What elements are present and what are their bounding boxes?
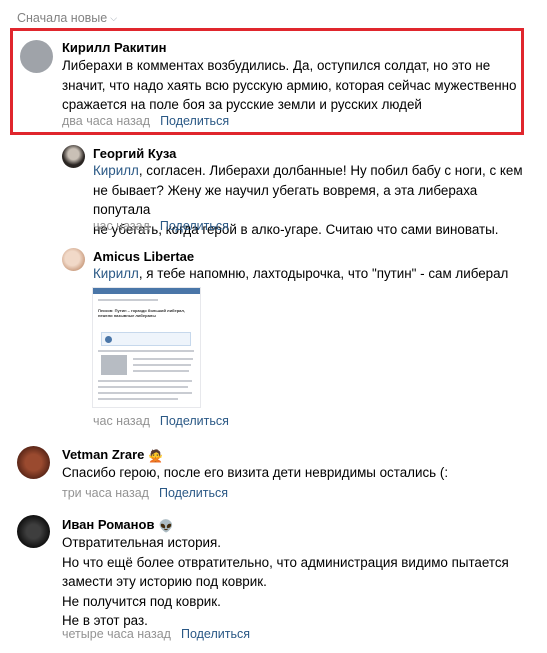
sort-label: Сначала новые [17,11,108,25]
comment-line: Кирилл, я тебе напомню, лахтодырочка, чт… [93,264,533,284]
thumb-line [98,350,194,352]
comment-text: Спасибо герою, после его визита дети нев… [62,463,532,483]
comment-line: Не получится под коврик. [62,593,221,609]
thumb-line [98,386,188,388]
mention-link[interactable]: Кирилл [93,163,139,178]
person-gesture-icon: 🙅 [148,448,164,463]
thumb-line [98,380,192,382]
comment-author[interactable]: Кирилл Ракитин [62,40,166,55]
thumb-line [133,370,189,372]
comment-time[interactable]: час назад [93,219,150,233]
alien-icon: 👽 [158,518,174,533]
comment-time[interactable]: три часа назад [62,486,149,500]
thumb-line [98,398,178,400]
comment-time[interactable]: час назад [93,414,150,428]
comment-time[interactable]: два часа назад [62,114,150,128]
avatar[interactable] [20,40,53,73]
comment-meta: час назад Поделиться [93,414,229,428]
mention-link[interactable]: Кирилл [93,266,139,281]
avatar[interactable] [17,515,50,548]
attachment-image[interactable]: Песков: Путин – гораздо больший либерал,… [92,287,201,408]
share-link[interactable]: Поделиться [160,114,229,128]
avatar[interactable] [62,145,85,168]
comment-meta: четыре часа назад Поделиться [62,627,250,641]
comment-text: Либерахи в комментах возбудились. Да, ос… [62,56,522,115]
share-link[interactable]: Поделиться [160,414,229,428]
thumb-line [133,358,193,360]
comment-author[interactable]: Георгий Куза [93,146,176,161]
comment-meta: два часа назад Поделиться [62,114,229,128]
chevron-down-icon: ⌵ [110,13,118,23]
share-link[interactable]: Поделиться [181,627,250,641]
share-link[interactable]: Поделиться [159,486,228,500]
comment-line: не бывает? Жену же научил убегать воврем… [93,182,478,218]
comment-line-text: , я тебе напомню, лахтодырочка, что "пут… [138,266,509,281]
avatar[interactable] [62,248,85,271]
comment-text: Отвратительная история. Но что ещё более… [62,533,532,631]
thumb-photo [101,355,127,375]
sort-dropdown[interactable]: Сначала новые ⌵ [17,11,117,25]
thumb-box [101,332,191,346]
comment-line-text: , согласен. Либерахи долбанные! Ну побил… [138,163,523,178]
author-name: Иван Романов [62,517,155,532]
author-name: Vetman Zrare [62,447,145,462]
comment-author[interactable]: Amicus Libertae [93,249,194,264]
comment-text: Кирилл, я тебе напомню, лахтодырочка, чт… [93,264,533,284]
share-link[interactable]: Поделиться [160,219,229,233]
comment-line: сражается на поле боя за русские земли и… [62,97,422,112]
attachment-title: Песков: Путин – гораздо больший либерал,… [98,308,186,318]
comment-meta: час назад Поделиться [93,219,229,233]
thumb-dot [105,336,112,343]
thumb-line [98,392,192,394]
comment-line: Но что ещё более отвратительно, что адми… [62,554,509,570]
comment-line: Спасибо герою, после его визита дети нев… [62,465,449,480]
comment-time[interactable]: четыре часа назад [62,627,171,641]
comment-author[interactable]: Иван Романов 👽 [62,517,173,533]
comment-meta: три часа назад Поделиться [62,486,228,500]
thumb-header [93,288,200,294]
thumb-line [98,299,158,301]
thumb-line [133,364,191,366]
comment-line: Либерахи в комментах возбудились. Да, ос… [62,58,491,73]
comment-line: Отвратительная история. [62,535,221,550]
comment-line: значит, что надо хаять всю русскую армию… [62,77,517,93]
comment-author[interactable]: Vetman Zrare 🙅 [62,447,163,463]
comment-line: Кирилл, согласен. Либерахи долбанные! Ну… [93,161,533,181]
avatar[interactable] [17,446,50,479]
comment-line: замести эту историю под коврик. [62,574,267,589]
